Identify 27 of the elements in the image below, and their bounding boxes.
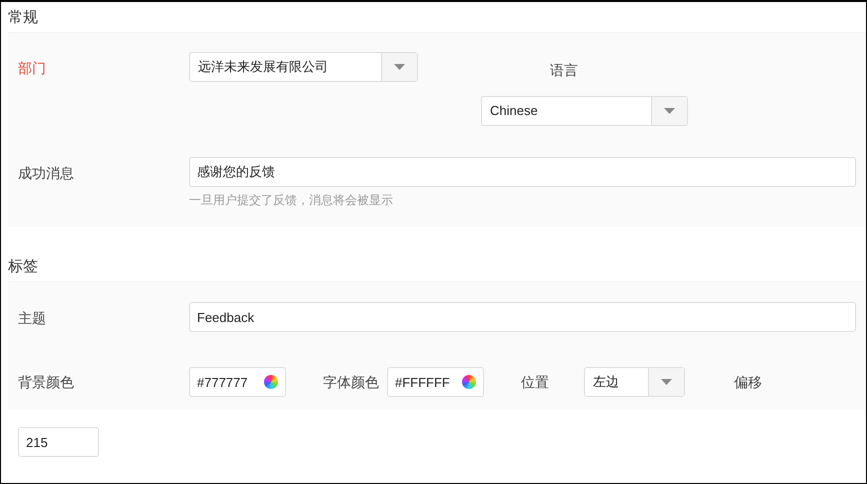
color-field[interactable]: #777777 bbox=[189, 367, 286, 397]
field-label: 背景颜色 bbox=[18, 373, 75, 392]
field-label: 位置 bbox=[521, 373, 549, 392]
section-title: 常规 bbox=[7, 8, 39, 28]
field-label: 偏移 bbox=[734, 373, 762, 392]
field-label: 字体颜色 bbox=[323, 373, 379, 392]
offset-field[interactable]: 215 bbox=[18, 427, 99, 457]
subject-field[interactable]: Feedback bbox=[189, 302, 856, 332]
language-select[interactable]: Chinese bbox=[481, 96, 688, 126]
caret-icon bbox=[664, 108, 675, 114]
department-select[interactable]: 远洋未来发展有限公司 bbox=[189, 52, 418, 82]
position-select[interactable]: 左边 bbox=[584, 367, 685, 397]
caret-icon bbox=[661, 379, 672, 385]
field-hint: 一旦用户提交了反馈，消息将会被显示 bbox=[189, 192, 394, 209]
field-label: 语言 bbox=[549, 61, 579, 80]
caret-icon bbox=[394, 64, 405, 70]
message-field[interactable]: 感谢您的反馈 bbox=[189, 157, 856, 187]
color-field[interactable]: #FFFFFF bbox=[387, 367, 484, 397]
dropdown-button[interactable] bbox=[651, 97, 687, 125]
color-wheel-icon[interactable] bbox=[462, 375, 476, 389]
dropdown-button[interactable] bbox=[381, 53, 417, 81]
field-label: 成功消息 bbox=[18, 164, 75, 183]
color-wheel-icon[interactable] bbox=[264, 375, 278, 389]
dropdown-button[interactable] bbox=[648, 368, 684, 396]
section-title: 标签 bbox=[7, 257, 39, 277]
field-label: 主题 bbox=[18, 309, 47, 328]
field-label: 部门 bbox=[18, 59, 47, 78]
